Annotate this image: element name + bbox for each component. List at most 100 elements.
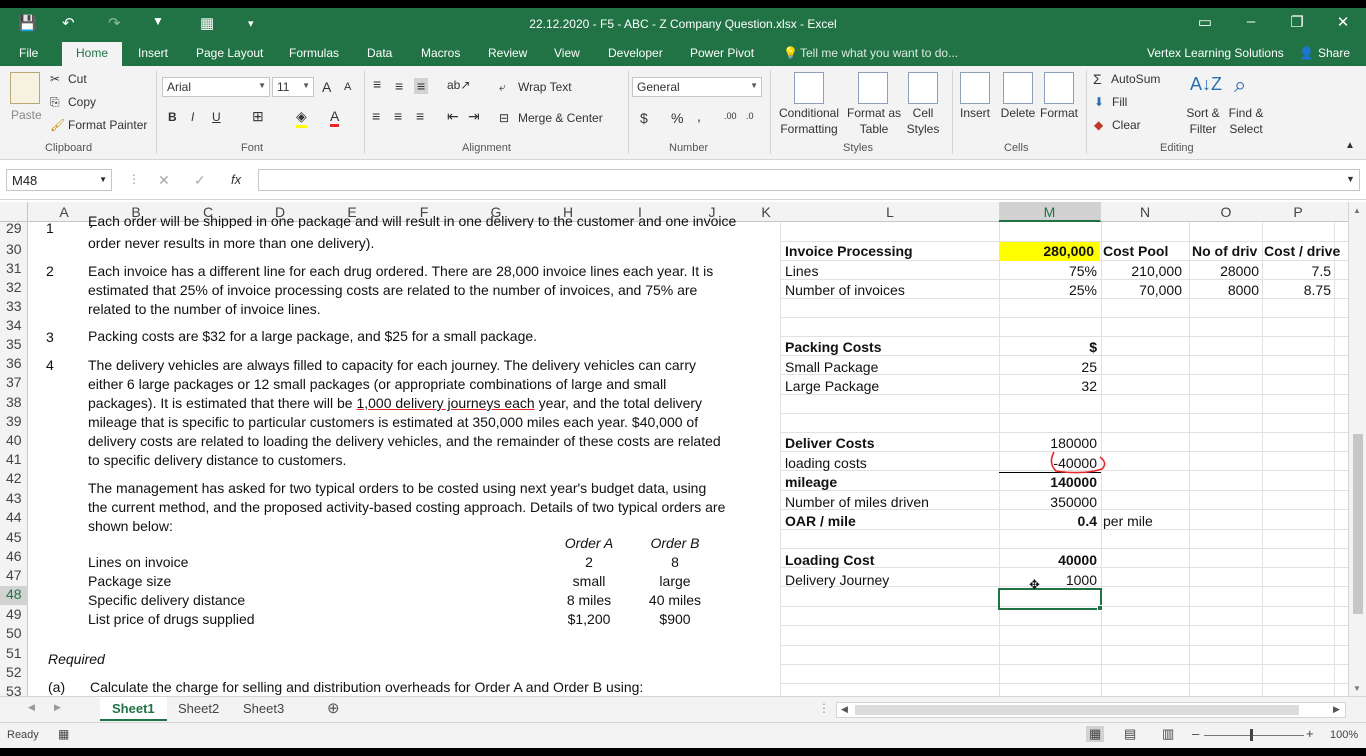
enter-icon[interactable]: ✓ (194, 172, 206, 189)
scroll-thumb[interactable] (1353, 434, 1363, 614)
cell-styles-label-2[interactable]: Styles (900, 122, 946, 136)
conditional-formatting-label-2[interactable]: Formatting (774, 122, 844, 136)
align-bottom-icon[interactable]: ≡ (414, 78, 429, 94)
sort-filter-icon[interactable]: A↓Z (1190, 74, 1222, 95)
tab-review[interactable]: Review (488, 46, 527, 60)
normal-view-icon[interactable]: ▦ (1086, 726, 1105, 742)
vertical-scrollbar[interactable]: ▲ ▼ (1348, 202, 1366, 696)
conditional-formatting-icon[interactable] (794, 72, 824, 104)
collapse-ribbon-icon[interactable]: ▲ (1345, 140, 1355, 151)
decrease-decimal-button[interactable]: .0 (746, 111, 754, 121)
font-name-dropdown[interactable]: Arial ▼ (162, 77, 270, 97)
increase-indent-icon[interactable]: ⇥ (468, 108, 480, 125)
column-header-a[interactable]: A (34, 202, 94, 222)
column-header-o[interactable]: O (1196, 202, 1256, 222)
zoom-level[interactable]: 100% (1330, 729, 1358, 741)
cancel-icon[interactable]: ✕ (158, 172, 170, 189)
row-header-47[interactable]: 47 (0, 567, 28, 586)
row-header-34[interactable]: 34 (0, 317, 28, 336)
copy-button[interactable]: Copy (68, 95, 96, 109)
column-header-m[interactable]: M (999, 202, 1101, 222)
row-header-45[interactable]: 45 (0, 529, 28, 548)
scroll-left-icon[interactable]: ◀ (841, 704, 848, 715)
row-header-48[interactable]: 48 (0, 586, 28, 605)
close-icon[interactable]: ✕ (1328, 13, 1358, 31)
row-header-37[interactable]: 37 (0, 374, 28, 393)
merge-center-button[interactable]: Merge & Center (518, 111, 603, 125)
paste-button[interactable]: Paste (11, 108, 42, 122)
account-name[interactable]: Vertex Learning Solutions (1147, 46, 1284, 60)
underline-button[interactable]: U (212, 110, 221, 124)
tab-insert[interactable]: Insert (138, 46, 168, 60)
conditional-formatting-label[interactable]: Conditional (776, 106, 842, 120)
row-header-46[interactable]: 46 (0, 548, 28, 567)
clear-button[interactable]: Clear (1112, 118, 1141, 132)
minimize-icon[interactable]: – (1236, 13, 1266, 30)
italic-button[interactable]: I (191, 110, 194, 124)
orientation-icon[interactable]: ab↗ (447, 78, 470, 92)
wrap-text-icon[interactable]: ⤶ (499, 80, 506, 95)
fill-button[interactable]: Fill (1112, 95, 1127, 109)
scroll-down-icon[interactable]: ▼ (1353, 684, 1361, 693)
row-header-32[interactable]: 32 (0, 279, 28, 298)
worksheet-grid[interactable]: ABCDEFGHIJKLMNOP 29 30 31 32 33 34 35 36 37 38 39 4… (0, 202, 1348, 696)
tab-view[interactable]: View (554, 46, 580, 60)
align-center-icon[interactable]: ≡ (394, 108, 402, 124)
sheet-tab-sheet2[interactable]: Sheet2 (166, 697, 231, 721)
fill-handle[interactable] (1097, 605, 1103, 611)
macro-record-icon[interactable]: ▦ (58, 727, 69, 741)
tab-file[interactable]: File (19, 46, 38, 60)
paste-icon[interactable] (10, 72, 40, 104)
ribbon-display-icon[interactable]: ▭ (1190, 13, 1220, 31)
format-cells-button[interactable]: Format (1038, 106, 1080, 120)
clear-icon[interactable]: ◆ (1094, 118, 1103, 132)
row-header-33[interactable]: 33 (0, 298, 28, 317)
format-as-table-label-2[interactable]: Table (844, 122, 904, 136)
format-as-table-label[interactable]: Format as (844, 106, 904, 120)
row-header-51[interactable]: 51 (0, 645, 28, 664)
tab-power-pivot[interactable]: Power Pivot (690, 46, 754, 60)
split-handle-icon[interactable]: ⋮ (818, 701, 830, 715)
page-break-view-icon[interactable]: ▥ (1162, 726, 1174, 742)
zoom-slider[interactable] (1204, 735, 1304, 736)
grow-font-icon[interactable]: A (322, 79, 331, 95)
align-left-icon[interactable]: ≡ (372, 108, 380, 124)
wrap-text-button[interactable]: Wrap Text (518, 80, 572, 94)
tell-me-search[interactable]: Tell me what you want to do... (800, 46, 958, 60)
row-header-52[interactable]: 52 (0, 664, 28, 683)
row-header-42[interactable]: 42 (0, 470, 28, 489)
scroll-up-icon[interactable]: ▲ (1353, 206, 1361, 215)
autosum-button[interactable]: AutoSum (1111, 72, 1160, 86)
share-button[interactable]: Share (1318, 46, 1350, 60)
font-color-icon[interactable]: A (330, 108, 340, 127)
currency-button[interactable]: $ (640, 110, 648, 126)
merge-center-icon[interactable]: ⊟ (499, 111, 509, 125)
sort-filter-label[interactable]: Sort & (1181, 106, 1225, 120)
formula-input[interactable] (258, 169, 1360, 191)
row-header-44[interactable]: 44 (0, 509, 28, 528)
row-header-35[interactable]: 35 (0, 336, 28, 355)
find-select-label[interactable]: Find & (1222, 106, 1270, 120)
tab-page-layout[interactable]: Page Layout (196, 46, 263, 60)
tab-developer[interactable]: Developer (608, 46, 663, 60)
format-cells-icon[interactable] (1044, 72, 1074, 104)
page-layout-view-icon[interactable]: ▤ (1124, 726, 1136, 742)
row-header-40[interactable]: 40 (0, 432, 28, 451)
column-header-k[interactable]: K (736, 202, 796, 222)
row-header-39[interactable]: 39 (0, 413, 28, 432)
row-header-50[interactable]: 50 (0, 625, 28, 644)
align-right-icon[interactable]: ≡ (416, 108, 424, 124)
number-format-dropdown[interactable]: General ▼ (632, 77, 762, 97)
name-box[interactable]: M48 ▼ (6, 169, 112, 191)
increase-decimal-button[interactable]: .00 (724, 111, 737, 121)
row-header-41[interactable]: 41 (0, 451, 28, 470)
tab-data[interactable]: Data (367, 46, 392, 60)
font-size-dropdown[interactable]: 11 ▼ (272, 77, 314, 97)
delete-cells-icon[interactable] (1003, 72, 1033, 104)
sheet-tab-sheet1[interactable]: Sheet1 (100, 697, 167, 721)
insert-cells-button[interactable]: Insert (956, 106, 994, 120)
fill-icon[interactable]: ⬇ (1094, 95, 1104, 109)
delete-cells-button[interactable]: Delete (998, 106, 1038, 120)
tab-macros[interactable]: Macros (421, 46, 460, 60)
row-header-31[interactable]: 31 (0, 260, 28, 279)
